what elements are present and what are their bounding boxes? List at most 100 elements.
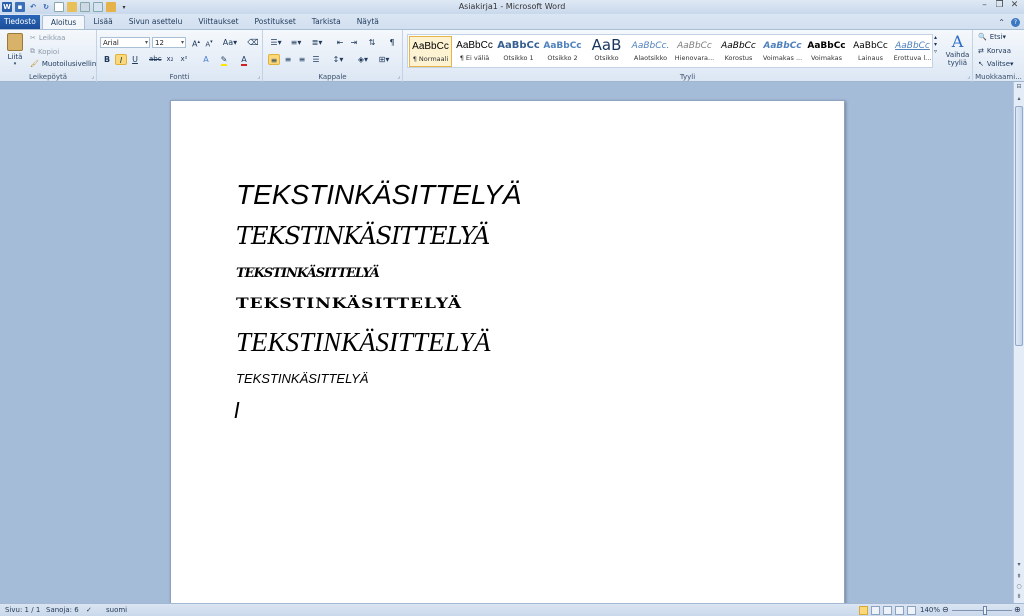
style-no-spacing[interactable]: AaBbCc ¶ Ei väliä <box>453 36 496 67</box>
minimize-icon[interactable]: – <box>977 0 992 12</box>
multilevel-list-button[interactable]: ≣▾ <box>309 37 325 48</box>
ruler-toggle-icon[interactable]: ⊟ <box>1014 82 1024 92</box>
font-size-select[interactable]: 12 ▾ <box>152 37 186 48</box>
justify-button[interactable]: ☰ <box>310 54 322 65</box>
highlight-button[interactable]: ✎ <box>218 54 230 66</box>
tab-references[interactable]: Viittaukset <box>190 15 246 29</box>
style-title[interactable]: AaB Otsikko <box>585 36 628 67</box>
sort-button[interactable]: ⇅ <box>366 37 378 48</box>
style-heading-2[interactable]: AaBbCc Otsikko 2 <box>541 36 584 67</box>
page-count[interactable]: Sivu: 1 / 1 <box>5 606 40 614</box>
line-spacing-button[interactable]: ↕▾ <box>330 54 346 65</box>
zoom-out-icon[interactable]: ⊖ <box>942 605 949 614</box>
bold-button[interactable]: B <box>101 54 113 65</box>
increase-indent-button[interactable]: ⇥ <box>348 37 360 48</box>
tab-file[interactable]: Tiedosto <box>0 15 40 29</box>
strikethrough-button[interactable]: abc <box>149 54 162 65</box>
align-left-button[interactable]: ≡ <box>268 54 280 65</box>
shrink-font-button[interactable]: A▾ <box>203 37 215 48</box>
format-painter-button[interactable]: 🖌 Muotoilusivellin <box>30 60 96 68</box>
dialog-launcher-icon[interactable]: ⌟ <box>397 73 400 80</box>
select-button[interactable]: ↖ Valitse ▾ <box>978 60 1014 68</box>
open-icon[interactable] <box>67 2 77 12</box>
style-emphasis[interactable]: AaBbCc Korostus <box>717 36 760 67</box>
style-intense-quote[interactable]: AaBbCc Erottuva l... <box>893 36 932 67</box>
document-line[interactable]: TEKSTINKÄSITTELYÄ <box>236 327 491 358</box>
paste-button[interactable]: Liitä ▾ <box>4 33 26 67</box>
style-subtle-emphasis[interactable]: AaBbCc Hienovara... <box>673 36 716 67</box>
spelling-icon[interactable] <box>93 2 103 12</box>
find-button[interactable]: 🔍 Etsi ▾ <box>978 33 1006 41</box>
copy-button[interactable]: ⧉ Kopioi <box>30 47 59 56</box>
tab-review[interactable]: Tarkista <box>304 15 349 29</box>
save-icon[interactable]: ▪ <box>15 2 25 12</box>
restore-icon[interactable]: ❐ <box>992 0 1007 12</box>
email-icon[interactable] <box>106 2 116 12</box>
scroll-down-icon[interactable]: ▾ <box>1014 560 1024 570</box>
undo-icon[interactable]: ↶ <box>28 2 38 12</box>
document-page[interactable]: TEKSTINKÄSITTELYÄ TEKSTINKÄSITTELYÄ TEKS… <box>170 100 845 610</box>
text-effects-button[interactable]: A <box>200 54 212 65</box>
customize-qat-icon[interactable]: ▾ <box>119 2 129 12</box>
zoom-slider-thumb[interactable] <box>983 606 987 615</box>
redo-icon[interactable]: ↻ <box>41 2 51 12</box>
style-subtitle[interactable]: AaBbCc. Alaotsikko <box>629 36 672 67</box>
font-name-select[interactable]: Arial ▾ <box>100 37 150 48</box>
outline-icon[interactable] <box>895 606 904 615</box>
dialog-launcher-icon[interactable]: ⌟ <box>257 73 260 80</box>
document-line[interactable]: TEKSTINKÄSITTELYÄ <box>236 179 521 211</box>
style-strong[interactable]: AaBbCc Voimakas <box>805 36 848 67</box>
italic-button[interactable]: I <box>115 54 127 65</box>
scroll-up-icon[interactable]: ▴ <box>1014 94 1024 104</box>
change-case-button[interactable]: Aa▾ <box>222 37 238 48</box>
document-line[interactable]: TEKSTINKÄSITTELYÄ <box>236 371 368 386</box>
close-icon[interactable]: ✕ <box>1007 0 1022 12</box>
change-styles-button[interactable]: A Vaihda tyyliä <box>944 33 971 68</box>
tab-home[interactable]: Aloitus <box>41 15 86 29</box>
web-layout-icon[interactable] <box>883 606 892 615</box>
align-center-button[interactable]: ≡ <box>282 54 294 65</box>
clear-formatting-icon[interactable]: ⌫ <box>247 37 259 48</box>
shading-button[interactable]: ◈▾ <box>355 54 371 65</box>
gallery-scroll[interactable]: ▴ ▾ ▿ <box>934 34 937 55</box>
proofing-icon[interactable]: ✓ <box>86 606 92 614</box>
previous-page-icon[interactable]: ⇞ <box>1014 572 1024 582</box>
superscript-button[interactable]: x² <box>178 54 190 65</box>
numbering-button[interactable]: ≡▾ <box>288 37 304 48</box>
dialog-launcher-icon[interactable]: ⌟ <box>91 73 94 80</box>
document-line[interactable]: TEKSTINKÄSITTELYÄ <box>236 266 380 281</box>
underline-button[interactable]: U <box>129 54 141 65</box>
show-formatting-button[interactable]: ¶ <box>386 37 398 48</box>
full-screen-reading-icon[interactable] <box>871 606 880 615</box>
draft-icon[interactable] <box>907 606 916 615</box>
new-document-icon[interactable] <box>54 2 64 12</box>
help-icon[interactable]: ? <box>1011 17 1020 27</box>
bullets-button[interactable]: ☰▾ <box>268 37 284 48</box>
next-page-icon[interactable]: ⇟ <box>1014 592 1024 602</box>
style-intense-emphasis[interactable]: AaBbCc Voimakas ... <box>761 36 804 67</box>
cut-button[interactable]: ✂ Leikkaa <box>30 34 65 42</box>
font-color-button[interactable]: A <box>238 54 250 66</box>
borders-button[interactable]: ⊞▾ <box>376 54 392 65</box>
tab-insert[interactable]: Lisää <box>85 15 120 29</box>
tab-mailings[interactable]: Postitukset <box>247 15 304 29</box>
minimize-ribbon-icon[interactable]: ⌃ <box>998 18 1005 27</box>
print-preview-icon[interactable] <box>80 2 90 12</box>
tab-view[interactable]: Näytä <box>349 15 387 29</box>
scroll-thumb[interactable] <box>1015 106 1023 346</box>
style-quote[interactable]: AaBbCc Lainaus <box>849 36 892 67</box>
style-heading-1[interactable]: AaBbCc Otsikko 1 <box>497 36 540 67</box>
subscript-button[interactable]: x₂ <box>164 54 176 65</box>
style-normal[interactable]: AaBbCc ¶ Normaali <box>409 36 452 67</box>
zoom-slider[interactable] <box>952 610 1012 611</box>
word-logo-icon[interactable]: W <box>2 2 12 12</box>
print-layout-icon[interactable] <box>859 606 868 615</box>
decrease-indent-button[interactable]: ⇤ <box>334 37 346 48</box>
zoom-level[interactable]: 140% <box>920 606 940 614</box>
align-right-button[interactable]: ≡ <box>296 54 308 65</box>
language-indicator[interactable]: suomi <box>106 606 127 614</box>
vertical-scrollbar[interactable]: ⊟ ▴ ▾ ⇞ ○ ⇟ <box>1013 82 1024 603</box>
document-line[interactable]: TEKSTINKÄSITTELYÄ <box>236 222 490 250</box>
replace-button[interactable]: ⇄ Korvaa <box>978 47 1011 55</box>
zoom-in-icon[interactable]: ⊕ <box>1014 605 1021 614</box>
